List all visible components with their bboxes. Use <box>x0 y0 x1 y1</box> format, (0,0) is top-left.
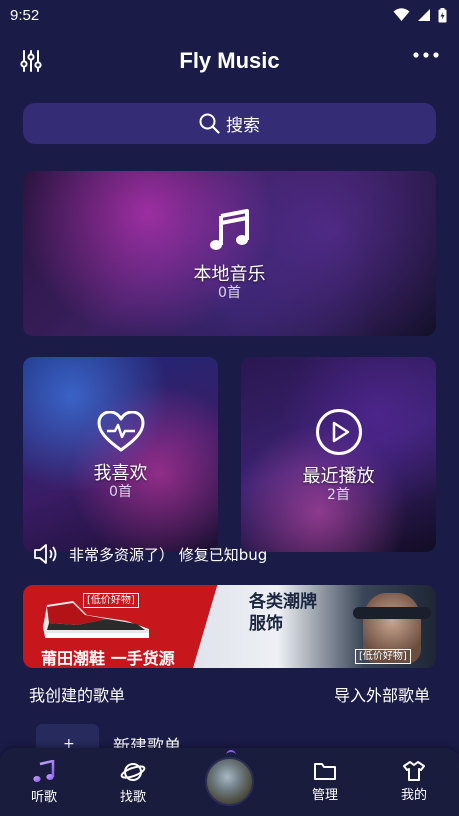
import-playlist-link[interactable]: 导入外部歌单 <box>334 682 430 706</box>
play-circle-icon <box>315 408 362 455</box>
nav-manage-label: 管理 <box>311 788 338 803</box>
favorites-title: 我喜欢 <box>93 462 148 484</box>
search-label: 搜索 <box>226 116 260 136</box>
app-title: Fly Music <box>179 48 280 73</box>
nav-listen[interactable]: 听歌 <box>14 760 74 805</box>
notice-marquee[interactable]: 非常多资源了） 修复已知bug <box>33 541 433 567</box>
playlist-section-header: 我创建的歌单 导入外部歌单 <box>29 682 430 706</box>
my-playlists-label: 我创建的歌单 <box>29 686 126 705</box>
planet-icon <box>120 763 146 781</box>
nav-mine-label: 我的 <box>400 788 427 803</box>
recent-played-title: 最近播放 <box>302 465 375 487</box>
nav-mine[interactable]: 我的 <box>384 760 444 803</box>
speaker-icon <box>34 544 57 564</box>
nav-find[interactable]: 找歌 <box>103 760 163 805</box>
banner-visor-image <box>353 607 431 619</box>
banner-headline-line2: 服饰 <box>249 614 283 634</box>
recent-played-card[interactable]: 最近播放 2首 <box>241 357 436 552</box>
nav-manage[interactable]: 管理 <box>295 760 355 803</box>
banner-slogan: 莆田潮鞋 一手货源 <box>41 649 175 668</box>
notice-text: 非常多资源了） 修复已知bug <box>69 545 268 564</box>
local-music-title: 本地音乐 <box>193 263 266 285</box>
now-playing-cover[interactable] <box>205 757 254 806</box>
status-icons <box>393 7 447 23</box>
banner-tag-right: [低价好物] <box>355 649 411 664</box>
shirt-icon <box>403 761 425 781</box>
signal-icon <box>418 9 430 21</box>
favorites-card[interactable]: 我喜欢 0首 <box>23 357 218 552</box>
battery-icon <box>438 7 447 22</box>
nav-find-label: 找歌 <box>119 790 146 805</box>
heart-pulse-icon <box>97 410 144 451</box>
local-music-count: 0首 <box>218 284 241 301</box>
app-bar: Fly Music <box>0 36 459 88</box>
equalizer-icon[interactable] <box>20 49 42 73</box>
more-options-icon[interactable] <box>413 52 439 58</box>
nav-listen-label: 听歌 <box>30 790 57 805</box>
folder-icon <box>314 763 336 780</box>
search-bar[interactable]: 搜索 <box>23 103 436 144</box>
search-icon <box>199 113 220 134</box>
banner-headline-line1: 各类潮牌 <box>249 592 317 612</box>
music-notes-icon <box>209 208 249 250</box>
sneaker-image <box>43 601 149 638</box>
music-note-icon <box>33 760 55 782</box>
recent-played-count: 2首 <box>327 486 350 503</box>
ad-banner[interactable]: [低价好物] 莆田潮鞋 一手货源 各类潮牌 服饰 [低价好物] <box>23 585 436 668</box>
bottom-nav: 听歌 找歌 管理 我的 <box>0 748 459 816</box>
status-time: 9:52 <box>10 6 40 24</box>
favorites-count: 0首 <box>109 483 132 500</box>
wifi-icon <box>393 8 410 21</box>
local-music-card[interactable]: 本地音乐 0首 <box>23 171 436 336</box>
banner-headline: 各类潮牌 服饰 <box>249 591 317 635</box>
status-bar: 9:52 <box>0 0 459 30</box>
